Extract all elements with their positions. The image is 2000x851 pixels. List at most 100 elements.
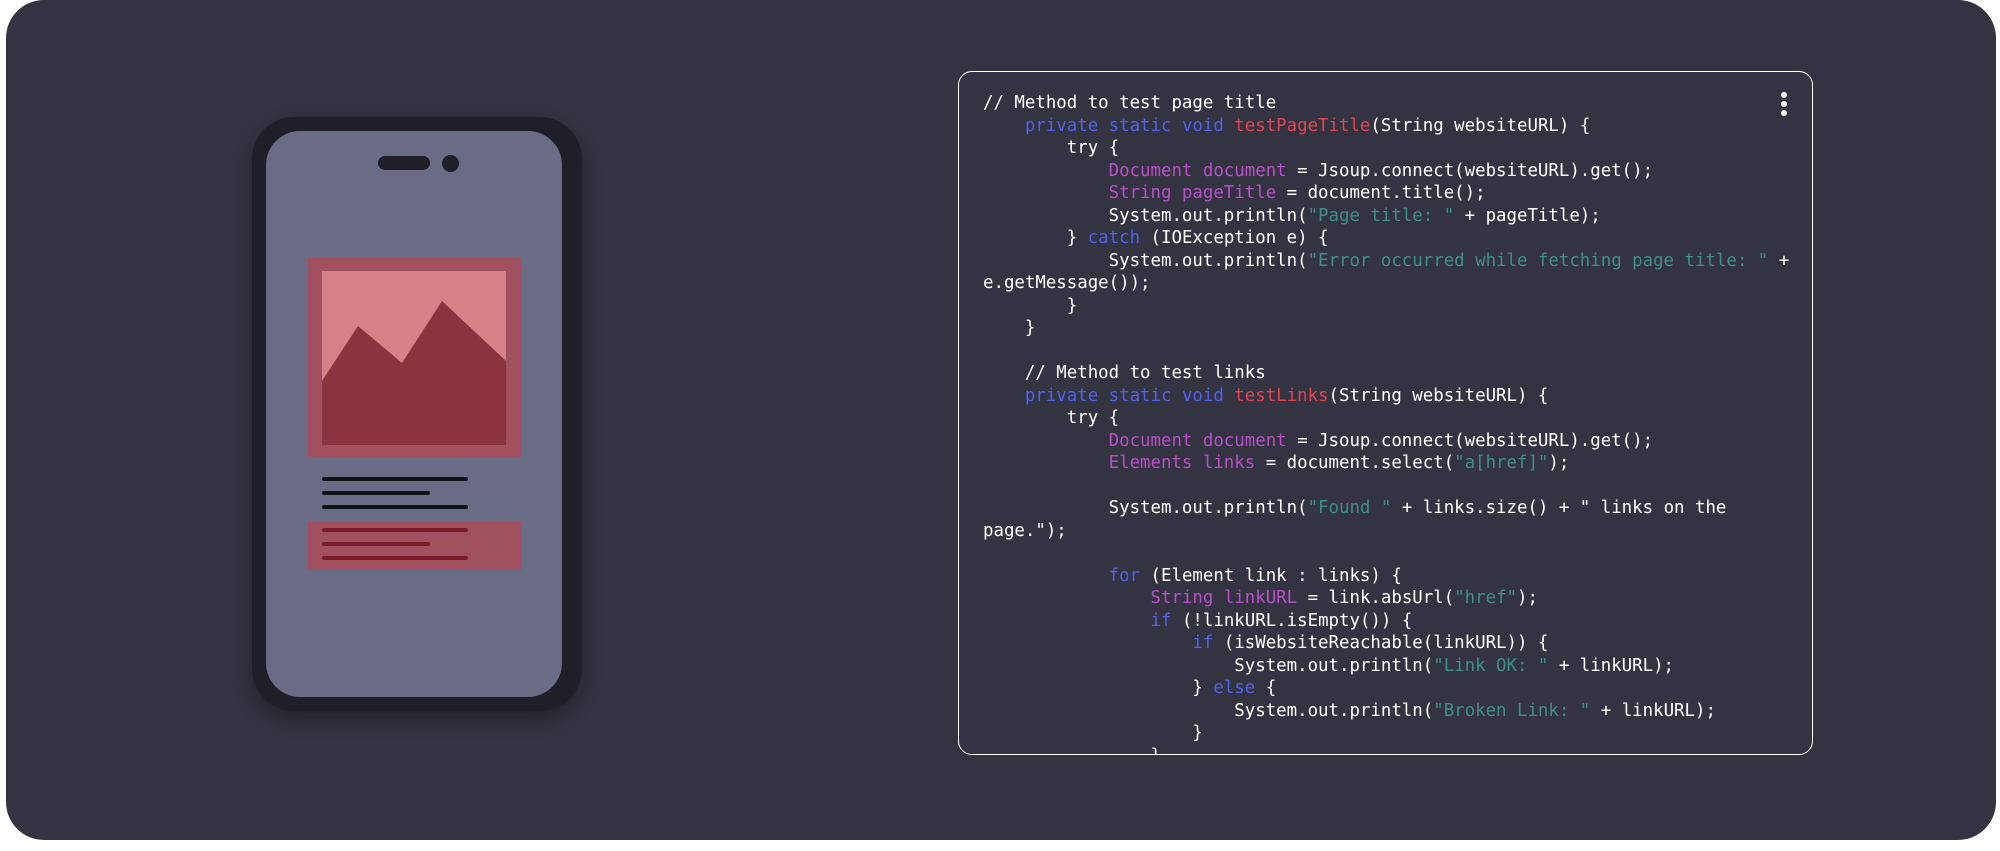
code-token: } [983, 746, 1161, 755]
code-token: (String websiteURL) { [1370, 115, 1591, 136]
code-token: page."); [983, 520, 1067, 541]
text-line [322, 477, 468, 481]
code-token: String linkURL [1150, 588, 1298, 608]
code-token: else [1213, 678, 1256, 698]
code-line: System.out.println("Broken Link: " + lin… [983, 701, 1716, 721]
code-line: if (isWebsiteReachable(linkURL)) { [983, 633, 1548, 653]
code-token: (String websiteURL) { [1328, 385, 1549, 406]
image-placeholder-icon [322, 271, 506, 445]
code-token: if [1192, 633, 1214, 653]
highlight-line [322, 556, 468, 560]
code-token: Document document [1108, 160, 1287, 181]
code-token: = link.absUrl( [1297, 588, 1455, 608]
code-token: System.out.println( [983, 205, 1308, 226]
code-token: } [983, 678, 1214, 698]
code-line: // Method to test links [983, 363, 1266, 383]
code-panel: // Method to test page title private sta… [958, 71, 1813, 755]
highlight-card [308, 522, 522, 570]
code-token: } [983, 723, 1203, 743]
code-token: "Page title: " [1307, 205, 1455, 226]
code-line: } [983, 296, 1077, 316]
code-token: ); [1548, 453, 1570, 473]
code-line: Document document = Jsoup.connect(websit… [983, 161, 1653, 181]
code-line: } [983, 318, 1035, 338]
code-token: "Found " [1307, 498, 1392, 518]
code-line: System.out.println("Found " + links.size… [983, 498, 1727, 518]
code-token: "Broken Link: " [1433, 700, 1591, 721]
code-token: (isWebsiteReachable(linkURL)) { [1213, 633, 1549, 653]
code-token: + linkURL); [1548, 655, 1675, 676]
code-line: System.out.println("Page title: " + page… [983, 206, 1601, 226]
code-line: page."); [983, 521, 1067, 541]
code-token: private static void [1024, 385, 1235, 406]
code-token: Document document [1108, 430, 1287, 451]
code-token: "Error occurred while fetching page titl… [1307, 250, 1769, 271]
code-token: } [983, 228, 1088, 248]
code-token: (IOException e) { [1140, 228, 1329, 248]
text-line [322, 491, 430, 495]
phone-screen [266, 131, 562, 697]
code-line: } else { [983, 678, 1276, 698]
code-token: private static void [1024, 115, 1235, 136]
code-line: String pageTitle = document.title(); [983, 183, 1486, 203]
code-token: testPageTitle [1234, 115, 1371, 136]
code-token: = document.title(); [1276, 183, 1486, 203]
code-token: // Method to test links [983, 363, 1266, 383]
code-token: e.getMessage()); [983, 273, 1151, 293]
code-line: String linkURL = link.absUrl("href"); [983, 588, 1538, 608]
code-block: // Method to test page title private sta… [983, 92, 1790, 755]
code-line: try { [983, 138, 1119, 158]
code-token: for [1108, 565, 1141, 586]
text-line [322, 505, 468, 509]
code-token: { [1255, 678, 1277, 698]
phone-camera [442, 155, 459, 172]
code-token: ); [1517, 588, 1538, 608]
code-token: "href" [1454, 588, 1518, 608]
code-token: + [1768, 250, 1790, 271]
code-token: System.out.println( [983, 498, 1308, 518]
code-line: if (!linkURL.isEmpty()) { [983, 610, 1413, 631]
code-token: = document.select( [1255, 453, 1455, 473]
code-line: try { [983, 408, 1119, 428]
code-token: (Element link : links) { [1140, 565, 1402, 586]
code-line: // Method to test page title [983, 93, 1276, 113]
code-line: Elements links = document.select("a[href… [983, 453, 1570, 473]
code-line: System.out.println("Link OK: " + linkURL… [983, 656, 1674, 676]
code-token: Elements links [1108, 453, 1256, 473]
code-token: catch [1087, 228, 1141, 248]
image-placeholder-card [308, 258, 522, 457]
code-line: System.out.println("Error occurred while… [983, 250, 1790, 271]
code-token: } [983, 318, 1036, 338]
code-token: System.out.println( [983, 655, 1434, 676]
code-line: for (Element link : links) { [983, 566, 1402, 586]
code-line: private static void testPageTitle(String… [983, 116, 1590, 136]
code-token: + linkURL); [1590, 700, 1716, 721]
code-token: "a[href]" [1454, 453, 1549, 473]
code-token: System.out.println( [983, 250, 1308, 271]
phone-mockup [252, 117, 582, 711]
highlight-line [322, 528, 468, 532]
code-line: } [983, 723, 1203, 743]
highlight-line [322, 542, 430, 546]
code-line: private static void testLinks(String web… [983, 385, 1549, 406]
code-token: + links.size() + " links on the [1391, 498, 1727, 518]
code-token: if [1150, 610, 1172, 631]
code-token: try { [983, 138, 1120, 158]
code-token: = Jsoup.connect(websiteURL).get(); [1286, 160, 1654, 181]
code-line: e.getMessage()); [983, 273, 1151, 293]
code-token: (!linkURL.isEmpty()) { [1171, 610, 1413, 631]
code-token: try { [983, 408, 1120, 428]
code-token: System.out.println( [983, 700, 1434, 721]
code-token: } [983, 295, 1078, 316]
code-token: // Method to test page title [983, 93, 1277, 113]
slide-background: // Method to test page title private sta… [6, 0, 1996, 840]
